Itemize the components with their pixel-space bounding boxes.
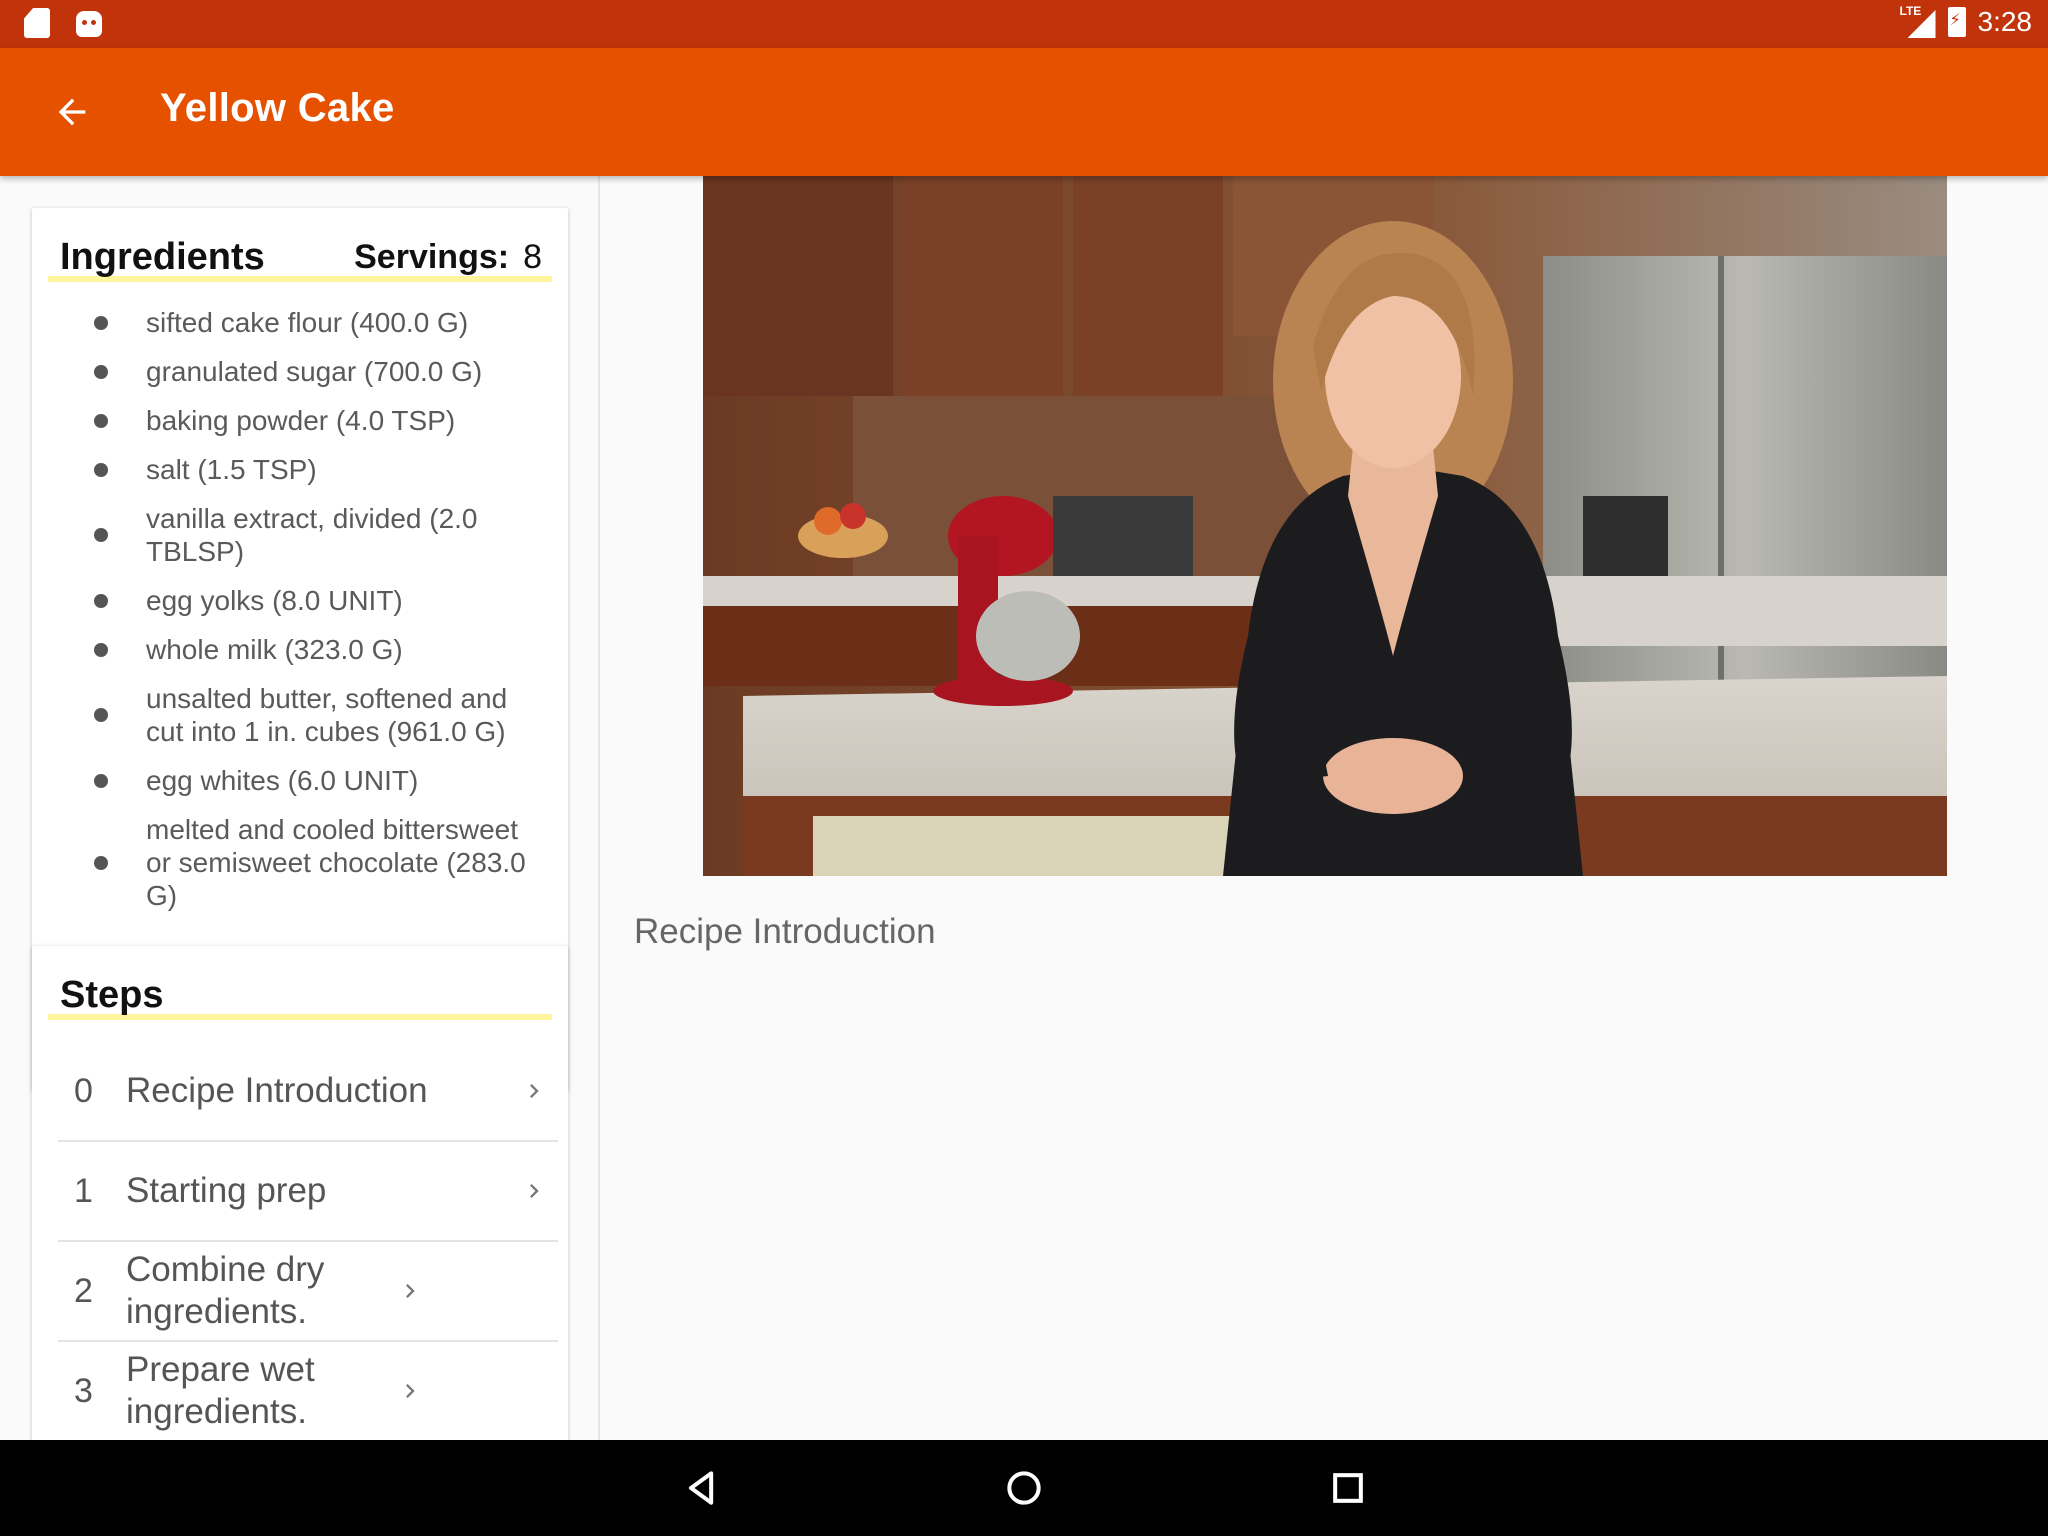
step-item-0[interactable]: 0 Recipe Introduction [58, 1042, 558, 1142]
ingredient-list: sifted cake flour (400.0 G) granulated s… [32, 298, 568, 920]
ingredient-text: baking powder (4.0 TSP) [146, 405, 456, 436]
ingredient-text: melted and cooled bittersweet or semiswe… [146, 814, 526, 911]
step-label: Prepare wet ingredients. [126, 1350, 315, 1431]
ingredient-item: salt (1.5 TSP) [32, 445, 568, 494]
step-number: 2 [74, 1271, 93, 1310]
signal-icon: LTE [1899, 4, 1936, 38]
bullet-icon [94, 315, 108, 330]
bullet-icon [94, 413, 108, 428]
circle-home-icon [1007, 1471, 1041, 1505]
chevron-right-icon [510, 1077, 558, 1105]
ingredient-text: granulated sugar (700.0 G) [146, 356, 483, 387]
chevron-right-icon [510, 1177, 558, 1205]
android-debug-icon [76, 11, 102, 37]
ingredient-text: egg yolks (8.0 UNIT) [146, 585, 403, 616]
step-item-3[interactable]: 3 Prepare wet ingredients. [58, 1342, 558, 1440]
system-nav-bar [0, 1440, 2048, 1536]
step-label: Recipe Introduction [126, 1071, 428, 1110]
ingredients-header: Ingredients Servings: 8 [48, 228, 552, 282]
ingredient-item: granulated sugar (700.0 G) [32, 347, 568, 396]
bullet-icon [94, 593, 108, 608]
network-type: LTE [1899, 4, 1922, 18]
ingredient-item: sifted cake flour (400.0 G) [32, 298, 568, 347]
bullet-icon [94, 528, 108, 542]
ingredient-item: whole milk (323.0 G) [32, 625, 568, 674]
bullet-icon [94, 855, 108, 870]
triangle-back-icon [688, 1471, 714, 1505]
steps-card: Steps 0 Recipe Introduction 1 Starting p… [32, 946, 568, 1440]
steps-title: Steps [60, 974, 164, 1016]
ingredient-text: egg whites (6.0 UNIT) [146, 765, 419, 796]
status-time: 3:28 [1977, 6, 2033, 37]
video-player[interactable] [703, 176, 1947, 876]
step-label: Combine dry ingredients. [126, 1250, 325, 1331]
nav-back-button[interactable] [672, 1460, 732, 1516]
servings: Servings: 8 [354, 238, 542, 277]
ingredient-text: whole milk (323.0 G) [146, 634, 403, 665]
step-label: Starting prep [126, 1171, 327, 1210]
status-bar: LTE 3:28 [0, 0, 2048, 48]
step-number: 3 [74, 1371, 93, 1410]
ingredient-text: vanilla extract, divided (2.0 TBLSP) [146, 503, 478, 567]
step-number: 1 [74, 1171, 93, 1210]
step-item-1[interactable]: 1 Starting prep [58, 1142, 558, 1242]
video-frame [703, 176, 1947, 876]
chevron-right-icon [386, 1377, 434, 1405]
sd-card-icon [24, 8, 50, 38]
battery-charging-icon [1947, 7, 1966, 37]
bullet-icon [94, 462, 108, 477]
back-button[interactable] [36, 80, 108, 144]
step-description: Recipe Introduction [634, 912, 936, 951]
bullet-icon [94, 364, 108, 379]
square-recents-icon [1333, 1473, 1363, 1503]
servings-label: Servings: [354, 238, 510, 276]
chevron-right-icon [386, 1277, 434, 1305]
bullet-icon [94, 708, 108, 722]
ingredient-item: baking powder (4.0 TSP) [32, 396, 568, 445]
ingredient-item: vanilla extract, divided (2.0 TBLSP) [32, 494, 568, 576]
recipe-master-pane: Ingredients Servings: 8 sifted cake flour… [0, 176, 600, 1440]
arrow-left-icon [58, 98, 86, 126]
step-list: 0 Recipe Introduction 1 Starting prep 2 … [58, 1042, 558, 1440]
ingredient-text: salt (1.5 TSP) [146, 454, 317, 485]
bullet-icon [94, 642, 108, 657]
nav-home-button[interactable] [994, 1460, 1054, 1516]
ingredients-title: Ingredients [60, 236, 265, 278]
ingredient-item: melted and cooled bittersweet or semiswe… [32, 805, 568, 920]
steps-header: Steps [48, 966, 552, 1020]
ingredient-item: unsalted butter, softened and cut into 1… [32, 674, 568, 756]
servings-value: 8 [523, 238, 542, 276]
app-bar: Yellow Cake [0, 48, 2048, 176]
ingredient-item: egg yolks (8.0 UNIT) [32, 576, 568, 625]
page-title: Yellow Cake [160, 86, 395, 130]
ingredient-text: unsalted butter, softened and cut into 1… [146, 683, 508, 747]
bullet-icon [94, 773, 108, 788]
nav-recents-button[interactable] [1318, 1460, 1378, 1516]
ingredient-item: egg whites (6.0 UNIT) [32, 756, 568, 805]
step-item-2[interactable]: 2 Combine dry ingredients. [58, 1242, 558, 1342]
step-number: 0 [74, 1071, 93, 1110]
ingredient-text: sifted cake flour (400.0 G) [146, 307, 469, 338]
